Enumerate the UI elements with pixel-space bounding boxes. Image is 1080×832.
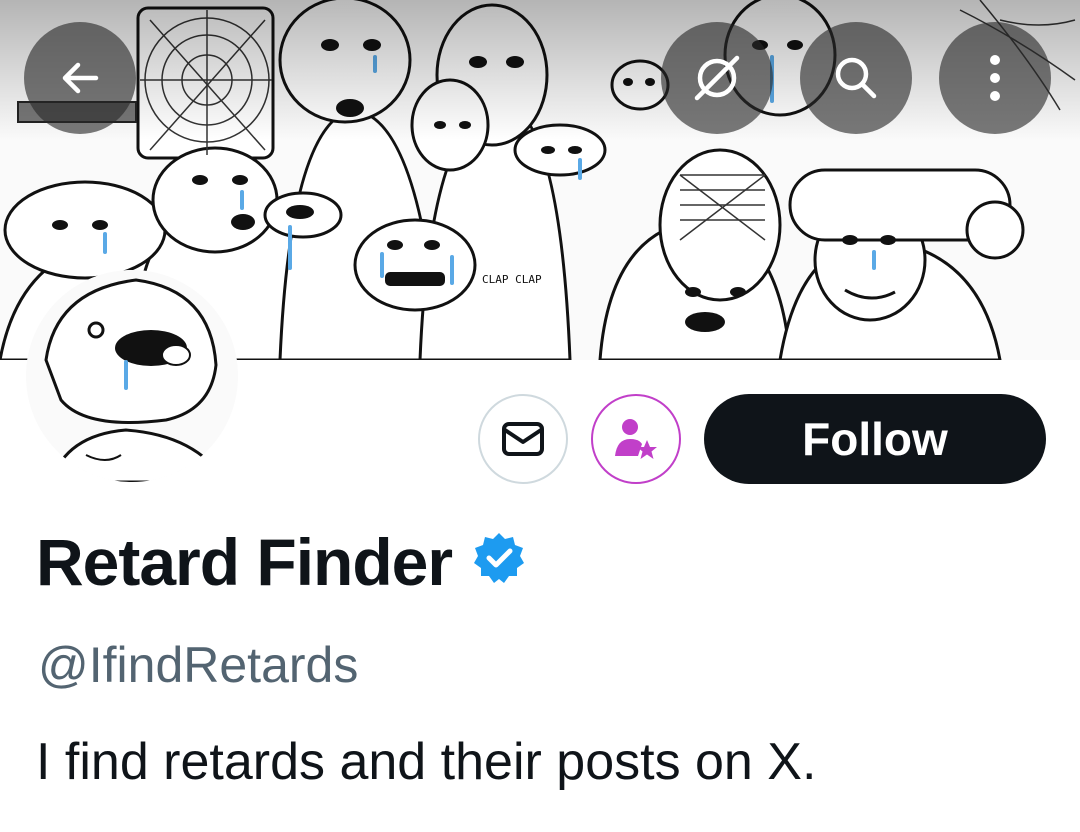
display-name: Retard Finder (36, 525, 453, 599)
person-star-icon (615, 419, 657, 459)
banner-caption: CLAP CLAP (482, 273, 542, 286)
verified-badge-icon[interactable] (472, 524, 526, 600)
more-button[interactable] (939, 22, 1051, 134)
search-button[interactable] (800, 22, 912, 134)
display-name-row: Retard Finder (36, 524, 526, 600)
grok-button[interactable] (661, 22, 773, 134)
message-button[interactable] (478, 394, 568, 484)
profile-bio: I find retards and their posts on X. (36, 733, 817, 791)
mail-icon (502, 422, 544, 456)
follow-button[interactable]: Follow (704, 394, 1046, 484)
subscribe-button[interactable] (591, 394, 681, 484)
more-vertical-icon (990, 55, 1000, 101)
profile-avatar[interactable] (26, 270, 238, 482)
back-button[interactable] (24, 22, 136, 134)
arrow-left-icon (62, 62, 99, 94)
search-icon (835, 57, 877, 99)
grok-slash-icon (694, 55, 740, 101)
avatar-illustration (26, 270, 238, 482)
banner-shade (0, 0, 1080, 140)
user-handle: @IfindRetards (38, 637, 359, 693)
